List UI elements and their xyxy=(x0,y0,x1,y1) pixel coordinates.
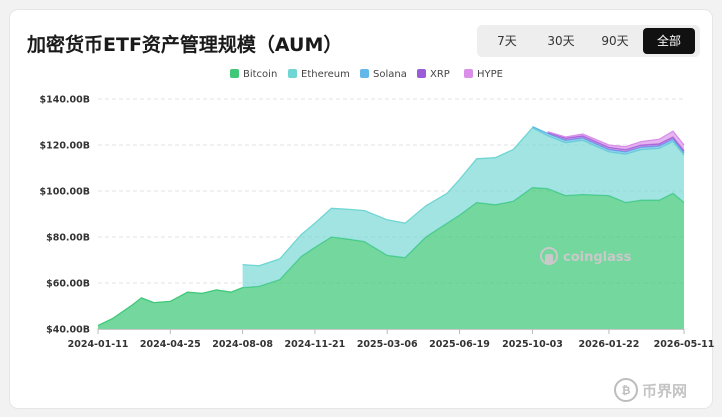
y-tick-label: $60.00B xyxy=(46,279,90,290)
x-tick-label: 2025-06-19 xyxy=(429,339,490,350)
site-badge-text: 币界网 xyxy=(642,382,687,400)
y-tick-label: $80.00B xyxy=(46,233,90,244)
y-tick-label: $100.00B xyxy=(39,187,90,198)
x-tick-label: 2024-11-21 xyxy=(285,339,346,350)
y-tick-label: $40.00B xyxy=(46,325,90,336)
site-badge-graphic: ₿ 币界网 xyxy=(614,378,687,402)
x-tick-label: 2025-10-03 xyxy=(502,339,563,350)
area-series xyxy=(97,126,685,329)
x-tick-label: 2026-01-22 xyxy=(579,339,640,350)
y-tick-label: $140.00B xyxy=(39,95,90,106)
x-tick-label: 2024-08-08 xyxy=(212,339,273,350)
bitcoin-symbol-icon: ₿ xyxy=(622,384,631,397)
aum-stacked-area-chart: coinglass $40.00B $60.00B $80.00B $100.00B $… xyxy=(39,95,715,351)
y-tick-label: $120.00B xyxy=(39,141,90,152)
x-tick-label: 2025-03-06 xyxy=(357,339,418,350)
watermark-text: coinglass xyxy=(563,250,632,265)
x-tick-label: 2026-05-11 xyxy=(654,339,715,350)
x-tick-label: 2024-04-25 xyxy=(140,339,201,350)
x-tick-label: 2024-01-11 xyxy=(68,339,129,350)
site-badge: ₿ 币界网 xyxy=(612,376,708,404)
